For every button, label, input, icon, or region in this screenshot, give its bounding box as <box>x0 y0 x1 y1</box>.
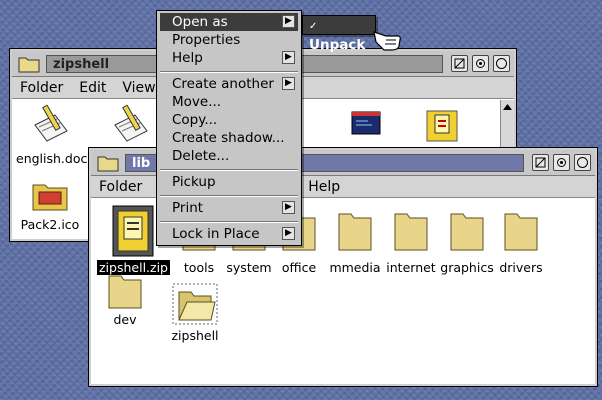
folder-icon <box>14 179 86 215</box>
menu-item-delete[interactable]: Delete... <box>160 147 298 165</box>
menu-item-label: Properties <box>172 32 241 48</box>
file-icon[interactable] <box>330 109 402 142</box>
menu-item-label: Open as <box>172 14 228 30</box>
folder-label: dev <box>113 312 137 327</box>
menu-item-lock-in-place[interactable]: Lock in Place ▶ <box>160 225 298 243</box>
menu-item-help[interactable]: Help ▶ <box>160 49 298 67</box>
submenu-unpack[interactable]: ✓ Unpack <box>302 15 376 53</box>
submenu-arrow-icon[interactable]: ▶ <box>282 77 295 90</box>
folder-label: internet <box>386 260 436 275</box>
folder-icon <box>18 55 40 73</box>
menu-item-copy[interactable]: Copy... <box>160 111 298 129</box>
minimize-button[interactable] <box>451 55 468 72</box>
menu-item-print[interactable]: Print ▶ <box>160 199 298 217</box>
maximize-button[interactable] <box>493 55 510 72</box>
folder-icon <box>89 272 161 310</box>
folder-label: zipshell <box>171 328 219 343</box>
submenu-arrow-icon[interactable]: ▶ <box>282 201 295 214</box>
menu-help[interactable]: Help <box>300 179 348 195</box>
menu-separator <box>160 221 298 223</box>
zip-archive-icon <box>406 109 478 146</box>
file-label: Pack2.ico <box>20 217 80 232</box>
submenu-arrow-icon[interactable]: ▶ <box>282 51 295 64</box>
menu-separator <box>160 169 298 171</box>
menu-folder[interactable]: Folder <box>12 80 71 96</box>
menu-item-label: Create shadow... <box>172 130 285 146</box>
submenu-arrow-icon[interactable]: ▶ <box>282 15 295 28</box>
program-window-icon <box>330 109 402 142</box>
menu-item-pickup[interactable]: Pickup <box>160 173 298 191</box>
menu-item-label: Print <box>172 200 204 216</box>
menu-item-label: Move... <box>172 94 222 110</box>
restore-button[interactable] <box>553 154 570 171</box>
maximize-button[interactable] <box>574 154 591 171</box>
folder-icon <box>97 154 119 172</box>
folder-item[interactable]: zipshell <box>159 282 231 343</box>
minimize-button[interactable] <box>532 154 549 171</box>
folder-label: tools <box>183 260 215 275</box>
menu-item-label: Help <box>172 50 203 66</box>
menu-item-label: Unpack <box>309 37 366 53</box>
menu-separator <box>160 71 298 73</box>
menu-item-label: Delete... <box>172 148 230 164</box>
menu-separator <box>160 195 298 197</box>
menu-item-label: Copy... <box>172 112 218 128</box>
file-icon[interactable]: english.doc <box>14 104 88 166</box>
file-label: english.doc <box>16 151 88 166</box>
menu-item-create-shadow[interactable]: Create shadow... <box>160 129 298 147</box>
document-pen-icon <box>14 104 86 149</box>
restore-button[interactable] <box>472 55 489 72</box>
menu-item-move[interactable]: Move... <box>160 93 298 111</box>
folder-label: office <box>281 260 317 275</box>
menu-item-open-as[interactable]: Open as ▶ <box>160 13 298 31</box>
file-icon[interactable] <box>406 109 478 146</box>
context-menu: Open as ▶ Properties Help ▶ Create anoth… <box>156 10 302 246</box>
menu-item-create-another[interactable]: Create another ▶ <box>160 75 298 93</box>
menu-edit[interactable]: Edit <box>71 80 114 96</box>
folder-icon <box>485 204 557 258</box>
folder-label: drivers <box>499 260 543 275</box>
menu-item-properties[interactable]: Properties <box>160 31 298 49</box>
file-icon[interactable]: Pack2.ico <box>14 179 86 232</box>
menu-folder[interactable]: Folder <box>91 179 150 195</box>
folder-item[interactable]: dev <box>89 272 161 327</box>
menu-item-label: Pickup <box>172 174 216 190</box>
checkmark-icon: ✓ <box>309 21 318 32</box>
submenu-arrow-icon[interactable]: ▶ <box>282 227 295 240</box>
open-folder-icon <box>159 282 231 326</box>
folder-item[interactable]: drivers <box>485 204 557 275</box>
hand-pointer-icon <box>372 26 402 56</box>
menu-item-label: Create another <box>172 76 274 92</box>
menu-item-label: Lock in Place <box>172 226 260 242</box>
